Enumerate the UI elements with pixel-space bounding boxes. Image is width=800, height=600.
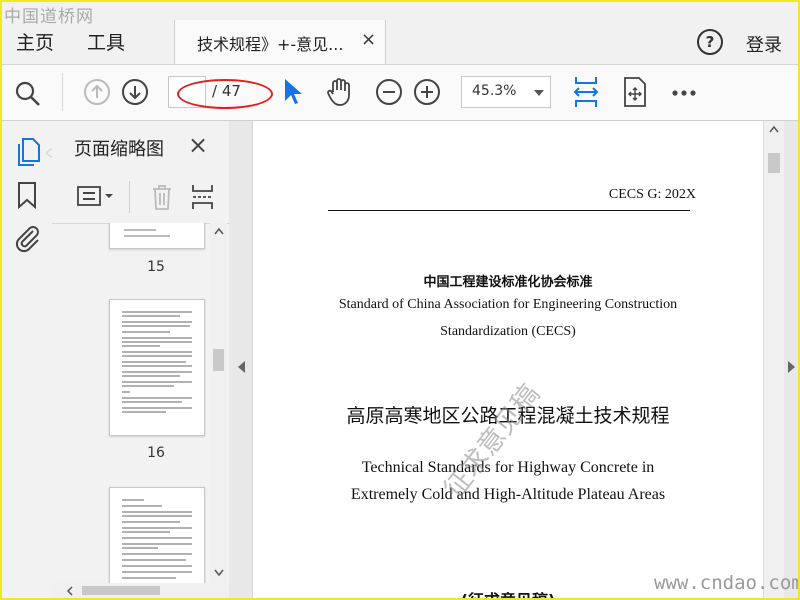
toolbar: / 47 45.3% [2, 65, 798, 121]
left-rail [2, 121, 54, 598]
full-screen-icon[interactable] [622, 76, 648, 108]
panel-close-icon[interactable]: × [188, 131, 208, 159]
document-tab[interactable]: 技术规程》+-意见... × [174, 20, 386, 64]
next-page-icon[interactable] [121, 78, 149, 106]
thumbnail-page-15[interactable] [109, 223, 205, 249]
insert-page-icon[interactable] [190, 183, 216, 211]
scroll-left-icon[interactable] [66, 586, 74, 596]
signin-button[interactable]: 登录 [746, 31, 782, 57]
tab-close-icon[interactable]: × [361, 29, 376, 50]
thumbnail-scroll-thumb[interactable] [213, 349, 224, 371]
thumbnail-text-lines [122, 499, 192, 579]
more-options-icon[interactable] [671, 89, 697, 97]
chevron-down-icon [534, 90, 544, 96]
thumbnail-page-number: 15 [147, 259, 165, 275]
document-tab-title: 技术规程》+-意见... [197, 35, 344, 54]
document-page: CECS G: 202X 中国工程建设标准化协会标准 Standard of C… [252, 121, 764, 598]
bookmark-icon[interactable] [17, 181, 37, 209]
thumbnails-panel: 页面缩略图 × 15 16 [52, 121, 230, 598]
menu-bar: 主页 工具 技术规程》+-意见... × ? 登录 [2, 2, 798, 65]
thumbnail-text-lines [124, 229, 170, 237]
previous-page-icon[interactable] [83, 78, 111, 106]
thumbnail-text-lines [122, 311, 192, 413]
document-scroll-thumb[interactable] [768, 153, 780, 173]
zoom-select[interactable]: 45.3% [461, 76, 551, 108]
org-name-en-line1: Standard of China Association for Engine… [338, 297, 678, 312]
help-icon[interactable]: ? [697, 29, 723, 55]
site-watermark-top: 中国道桥网 [4, 7, 94, 27]
zoom-in-icon[interactable] [413, 78, 441, 106]
header-rule [328, 210, 690, 211]
page-thumbnails-icon[interactable] [14, 137, 42, 167]
document-title-en-line1: Technical Standards for Highway Concrete… [361, 459, 655, 476]
document-title-en-line2: Extremely Cold and High-Altitude Plateau… [350, 486, 666, 503]
site-watermark-bottom: www.cndao.com [654, 572, 800, 594]
thumbnail-page-number: 16 [147, 445, 165, 461]
panel-title: 页面缩略图 [74, 139, 164, 160]
app-window: 主页 工具 技术规程》+-意见... × ? 登录 / 47 45.3% 页面缩… [0, 0, 800, 600]
thumbnail-horizontal-scrollbar[interactable] [52, 583, 229, 598]
scroll-down-icon[interactable] [214, 569, 224, 577]
thumbnail-list[interactable]: 15 16 [52, 223, 212, 583]
panel-tool-divider [129, 181, 130, 213]
thumbnail-page-17[interactable] [109, 487, 205, 583]
thumbnail-vertical-scrollbar[interactable] [210, 223, 227, 583]
fit-width-icon[interactable] [572, 75, 600, 109]
search-icon[interactable] [14, 80, 42, 108]
toolbar-divider [62, 73, 63, 111]
attachment-icon[interactable] [13, 223, 41, 253]
thumbnail-options-icon[interactable] [76, 185, 116, 209]
panel-toolbar [52, 171, 229, 224]
delete-icon[interactable] [150, 183, 174, 211]
scroll-up-icon[interactable] [769, 125, 779, 133]
collapse-left-icon[interactable] [238, 361, 245, 373]
document-code: CECS G: 202X [608, 187, 696, 202]
menu-tools[interactable]: 工具 [87, 28, 125, 55]
hand-tool-icon[interactable] [324, 76, 356, 108]
org-name-en-line2: Standardization (CECS) [440, 324, 576, 339]
expand-right-icon[interactable] [788, 361, 795, 373]
zoom-out-icon[interactable] [375, 78, 403, 106]
scroll-up-icon[interactable] [214, 227, 224, 235]
select-arrow-icon[interactable] [282, 77, 304, 107]
document-scrollbar[interactable] [763, 121, 784, 598]
org-name-cn: 中国工程建设标准化协会标准 [423, 275, 593, 290]
highlight-ellipse [177, 79, 273, 109]
document-viewer: CECS G: 202X 中国工程建设标准化协会标准 Standard of C… [229, 121, 798, 598]
menu-home[interactable]: 主页 [16, 28, 54, 55]
zoom-value: 45.3% [472, 83, 517, 99]
horizontal-scroll-thumb[interactable] [82, 586, 160, 595]
thumbnail-page-16[interactable] [109, 299, 205, 436]
